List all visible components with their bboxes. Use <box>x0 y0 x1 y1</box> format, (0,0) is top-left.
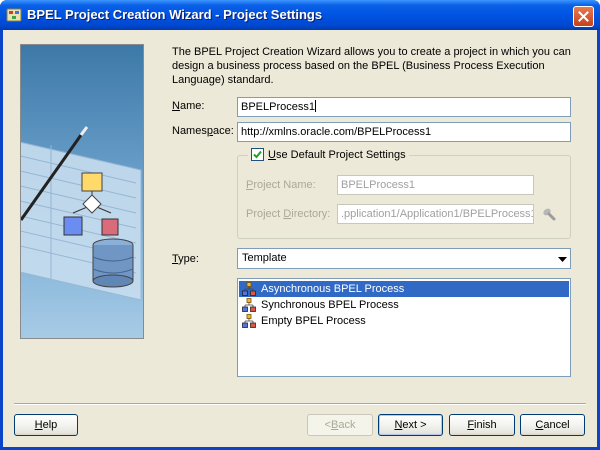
title-bar[interactable]: BPEL Project Creation Wizard - Project S… <box>0 0 600 30</box>
bpel-process-icon <box>242 298 256 312</box>
bpel-diagram-illustration <box>21 126 142 301</box>
list-item-label: Synchronous BPEL Process <box>261 299 399 311</box>
close-icon <box>578 11 589 22</box>
cancel-button[interactable]: Cancel <box>520 414 585 436</box>
bpel-process-icon <box>242 314 256 328</box>
type-label: Type: <box>172 253 199 265</box>
chevron-down-icon[interactable] <box>556 252 568 266</box>
text-cursor <box>314 100 316 112</box>
checkbox-box[interactable] <box>251 148 264 161</box>
default-settings-group <box>237 155 571 239</box>
list-item-asynchronous-bpel-process[interactable]: Asynchronous BPEL Process <box>239 281 569 297</box>
checkmark-icon <box>253 150 262 159</box>
list-item-label: Empty BPEL Process <box>261 315 366 327</box>
project-name-label: Project Name: <box>246 179 316 191</box>
list-item-synchronous-bpel-process[interactable]: Synchronous BPEL Process <box>239 297 569 313</box>
browse-flashlight-icon <box>543 208 556 221</box>
finish-button[interactable]: Finish <box>449 414 515 436</box>
list-item-empty-bpel-process[interactable]: Empty BPEL Process <box>239 313 569 329</box>
use-default-settings-checkbox[interactable]: Use Default Project Settings <box>248 148 409 161</box>
template-list[interactable]: Asynchronous BPEL Process Synchronous BP… <box>237 278 571 377</box>
namespace-field[interactable]: http://xmlns.oracle.com/BPELProcess1 <box>237 122 571 142</box>
name-field[interactable]: BPELProcess1 <box>237 97 571 117</box>
bpel-process-icon <box>242 282 256 296</box>
help-button[interactable]: Help <box>14 414 78 436</box>
namespace-label: Namespace: <box>172 125 234 137</box>
button-separator <box>14 403 586 405</box>
wizard-illustration <box>20 44 144 339</box>
project-directory-label: Project Directory: <box>246 208 331 220</box>
name-label: Name: <box>172 100 205 112</box>
dropdown-arrow-icon <box>557 256 567 262</box>
type-dropdown-value: Template <box>242 252 287 264</box>
wizard-app-icon <box>6 8 22 22</box>
project-directory-field: .pplication1/Application1/BPELProcess1/ <box>337 204 534 224</box>
dialog-content: The BPEL Project Creation Wizard allows … <box>3 30 597 447</box>
wizard-window: BPEL Project Creation Wizard - Project S… <box>0 0 600 450</box>
window-title: BPEL Project Creation Wizard - Project S… <box>27 7 323 22</box>
wizard-description: The BPEL Project Creation Wizard allows … <box>172 46 571 86</box>
use-default-settings-label: Use Default Project Settings <box>268 148 406 161</box>
project-name-field: BPELProcess1 <box>337 175 534 195</box>
close-button[interactable] <box>573 6 594 27</box>
next-button[interactable]: Next > <box>378 414 443 436</box>
list-item-label: Asynchronous BPEL Process <box>261 283 405 295</box>
back-button[interactable]: < Back <box>307 414 373 436</box>
type-dropdown[interactable]: Template <box>237 248 571 269</box>
